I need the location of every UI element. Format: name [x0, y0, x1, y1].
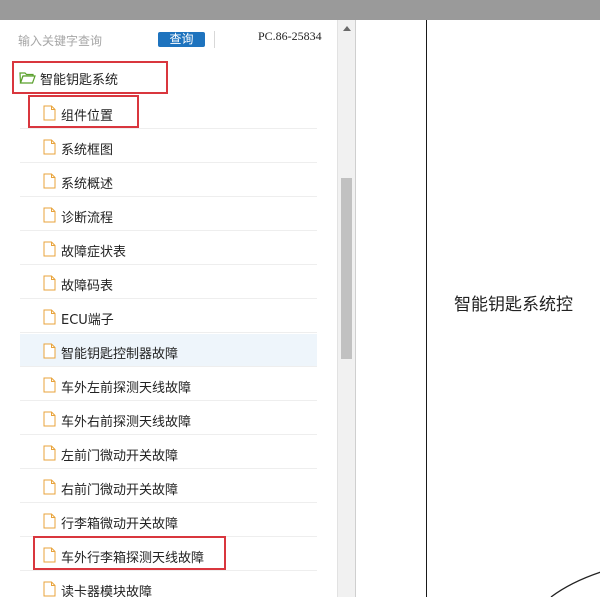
divider — [214, 31, 215, 48]
tree-item[interactable]: 车外左前探测天线故障 — [20, 368, 317, 401]
document-icon — [43, 309, 56, 325]
diagram-curve — [550, 571, 600, 597]
tree-item-label: 系统框图 — [61, 143, 114, 158]
document-icon — [43, 173, 56, 189]
tree-item[interactable]: 左前门微动开关故障 — [20, 436, 317, 469]
tree-item-label: 右前门微动开关故障 — [61, 483, 179, 498]
top-bar — [0, 0, 600, 20]
document-icon — [43, 377, 56, 393]
tree-item[interactable]: 故障码表 — [20, 266, 317, 299]
tree-item-label: 左前门微动开关故障 — [61, 449, 179, 464]
document-icon — [43, 411, 56, 427]
tree-item[interactable]: 车外右前探测天线故障 — [20, 402, 317, 435]
tree-item-label: 组件位置 — [61, 109, 114, 124]
sidebar: 查询 PC.86-25834 智能钥匙系统 组件位置系统框图系统概述诊断流程故障… — [0, 20, 337, 597]
search-button[interactable]: 查询 — [158, 32, 205, 47]
tree-item-label: 智能钥匙控制器故障 — [61, 347, 179, 362]
tree-item[interactable]: 车外行李箱探测天线故障 — [20, 538, 317, 571]
search-input[interactable] — [18, 30, 148, 52]
sidebar-scrollbar[interactable] — [337, 20, 355, 597]
tree-item-label: 故障症状表 — [61, 245, 127, 260]
tree-item[interactable]: 智能钥匙控制器故障 — [20, 334, 317, 367]
folder-open-icon — [19, 72, 36, 84]
content-pane: 智能钥匙系统控 — [355, 20, 600, 597]
tree-item-label: 读卡器模块故障 — [61, 585, 153, 597]
tree-item-label: 车外右前探测天线故障 — [61, 415, 192, 430]
tree-item[interactable]: 组件位置 — [20, 96, 317, 129]
document-icon — [43, 581, 56, 597]
pc-code: PC.86-25834 — [258, 29, 322, 43]
tree-root-label: 智能钥匙系统 — [40, 73, 119, 88]
document-icon — [43, 547, 56, 563]
tree-item-label: 行李箱微动开关故障 — [61, 517, 179, 532]
document-icon — [43, 343, 56, 359]
document-icon — [43, 445, 56, 461]
document-icon — [43, 105, 56, 121]
document-icon — [43, 275, 56, 291]
tree-item[interactable]: 读卡器模块故障 — [20, 572, 317, 597]
search-row: 查询 PC.86-25834 — [0, 20, 337, 62]
scroll-up-arrow-icon[interactable] — [343, 26, 351, 31]
scroll-thumb[interactable] — [341, 178, 352, 359]
tree-root-smart-key-system[interactable]: 智能钥匙系统 — [0, 62, 320, 94]
tree-item[interactable]: 故障症状表 — [20, 232, 317, 265]
document-icon — [43, 139, 56, 155]
tree-item[interactable]: 右前门微动开关故障 — [20, 470, 317, 503]
tree-item[interactable]: 行李箱微动开关故障 — [20, 504, 317, 537]
tree-item[interactable]: 系统概述 — [20, 164, 317, 197]
tree-item-label: 车外行李箱探测天线故障 — [61, 551, 205, 566]
document-icon — [43, 241, 56, 257]
tree-item[interactable]: 系统框图 — [20, 130, 317, 163]
tree-item[interactable]: ECU端子 — [20, 300, 317, 333]
tree-item-label: ECU端子 — [61, 313, 114, 328]
document-icon — [43, 479, 56, 495]
tree-item-label: 故障码表 — [61, 279, 114, 294]
tree-item-label: 诊断流程 — [61, 211, 114, 226]
tree-item-label: 车外左前探测天线故障 — [61, 381, 192, 396]
tree-item[interactable]: 诊断流程 — [20, 198, 317, 231]
document-icon — [43, 513, 56, 529]
document-icon — [43, 207, 56, 223]
tree-item-label: 系统概述 — [61, 177, 114, 192]
